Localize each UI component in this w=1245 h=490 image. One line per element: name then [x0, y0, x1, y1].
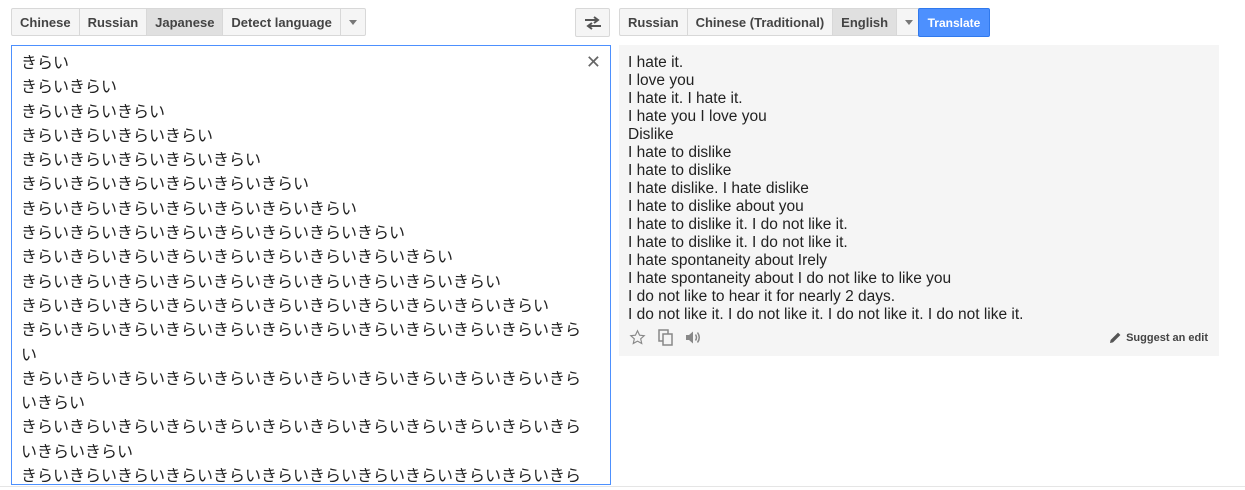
speaker-icon[interactable]	[685, 330, 702, 345]
copy-icon[interactable]	[658, 329, 673, 346]
close-icon[interactable]: ✕	[586, 53, 601, 71]
swap-languages-button[interactable]	[575, 8, 610, 37]
translation-actions	[629, 329, 702, 346]
source-lang-tab-japanese[interactable]: Japanese	[147, 9, 224, 35]
source-lang-tab-detect[interactable]: Detect language	[223, 9, 341, 35]
pencil-icon	[1110, 332, 1121, 343]
star-icon[interactable]	[629, 329, 646, 346]
source-lang-tab-russian[interactable]: Russian	[80, 9, 148, 35]
target-language-selector: Russian Chinese (Traditional) English	[619, 8, 923, 36]
translate-button[interactable]: Translate	[918, 8, 990, 37]
chevron-down-icon	[348, 19, 357, 25]
translation-text: I hate it. I love you I hate it. I hate …	[628, 54, 1024, 323]
target-lang-tab-russian[interactable]: Russian	[620, 9, 688, 35]
source-lang-dropdown[interactable]	[341, 9, 365, 35]
source-text-area[interactable]: きらい きらいきらい きらいきらいきらい きらいきらいきらいきらい きらいきらい…	[11, 45, 611, 485]
target-lang-tab-english[interactable]: English	[833, 9, 898, 35]
swap-icon	[584, 15, 601, 30]
suggest-edit-label: Suggest an edit	[1126, 331, 1208, 344]
page-bottom-divider	[0, 486, 1245, 487]
source-text[interactable]: きらい きらいきらい きらいきらいきらい きらいきらいきらいきらい きらいきらい…	[21, 52, 586, 484]
chevron-down-icon	[905, 19, 914, 25]
translation-panel: I hate it. I love you I hate it. I hate …	[619, 45, 1219, 356]
source-lang-tab-chinese[interactable]: Chinese	[12, 9, 80, 35]
source-language-selector: Chinese Russian Japanese Detect language	[11, 8, 366, 36]
target-lang-tab-chinese-traditional[interactable]: Chinese (Traditional)	[688, 9, 834, 35]
suggest-edit-link[interactable]: Suggest an edit	[1109, 331, 1208, 344]
